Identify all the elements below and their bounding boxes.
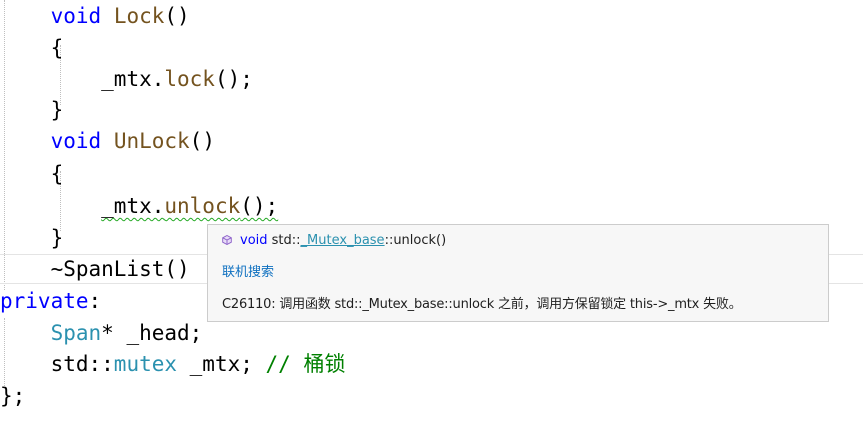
method-cube-icon xyxy=(222,235,232,245)
code-line: { xyxy=(0,32,64,64)
warning-message: C26110: 调用函数 std::_Mutex_base::unlock 之前… xyxy=(222,297,742,312)
function-call: unlock xyxy=(164,194,241,218)
declaration: * _head; xyxy=(101,321,203,345)
brace: } xyxy=(50,226,64,250)
brace: }; xyxy=(0,384,26,408)
code-line: { xyxy=(0,158,64,190)
code-line: void Lock() xyxy=(0,0,190,32)
punctuation: () xyxy=(164,4,190,28)
code-line: } xyxy=(0,94,64,126)
signature-type-link[interactable]: _Mutex_base xyxy=(301,233,385,248)
comment: // 桶锁 xyxy=(265,352,346,376)
destructor: ~SpanList() xyxy=(50,257,190,281)
punctuation: () xyxy=(189,129,215,153)
variable: _mtx. xyxy=(101,194,165,218)
signature-line: void std::_Mutex_base::unlock() xyxy=(222,233,446,248)
punctuation: : xyxy=(88,289,102,313)
warning-squiggle[interactable]: _mtx.unlock(); xyxy=(101,194,278,218)
declaration: _mtx; xyxy=(177,352,253,376)
signature-namespace: std:: xyxy=(271,233,301,248)
code-line: void UnLock() xyxy=(0,125,215,157)
type-name: mutex xyxy=(113,352,178,376)
search-online-link[interactable]: 联机搜索 xyxy=(222,261,274,280)
punctuation: (); xyxy=(214,67,253,91)
code-line: std::mutex _mtx; // 桶锁 xyxy=(0,348,346,380)
code-line: Span* _head; xyxy=(0,317,203,349)
signature-keyword: void xyxy=(240,233,268,248)
keyword: void xyxy=(50,4,102,28)
function-name: Lock xyxy=(113,4,165,28)
punctuation: (); xyxy=(240,194,279,218)
variable: _mtx. xyxy=(101,67,165,91)
code-line: private: xyxy=(0,285,101,317)
type-name: Span xyxy=(50,321,102,345)
brace: } xyxy=(50,98,64,122)
quickinfo-tooltip: void std::_Mutex_base::unlock() 联机搜索 C26… xyxy=(207,224,829,322)
code-line: ~SpanList() xyxy=(0,253,190,285)
keyword: void xyxy=(50,129,102,153)
brace: { xyxy=(50,162,64,186)
code-line: _mtx.unlock(); xyxy=(0,190,278,222)
function-name: UnLock xyxy=(113,129,190,153)
function-call: lock xyxy=(164,67,215,91)
keyword: private xyxy=(0,289,89,313)
namespace: std:: xyxy=(50,352,114,376)
code-line: _mtx.lock(); xyxy=(0,63,253,95)
signature-method: ::unlock() xyxy=(384,233,447,248)
brace: { xyxy=(50,36,64,60)
code-line: }; xyxy=(0,380,25,412)
code-line: } xyxy=(0,222,64,254)
